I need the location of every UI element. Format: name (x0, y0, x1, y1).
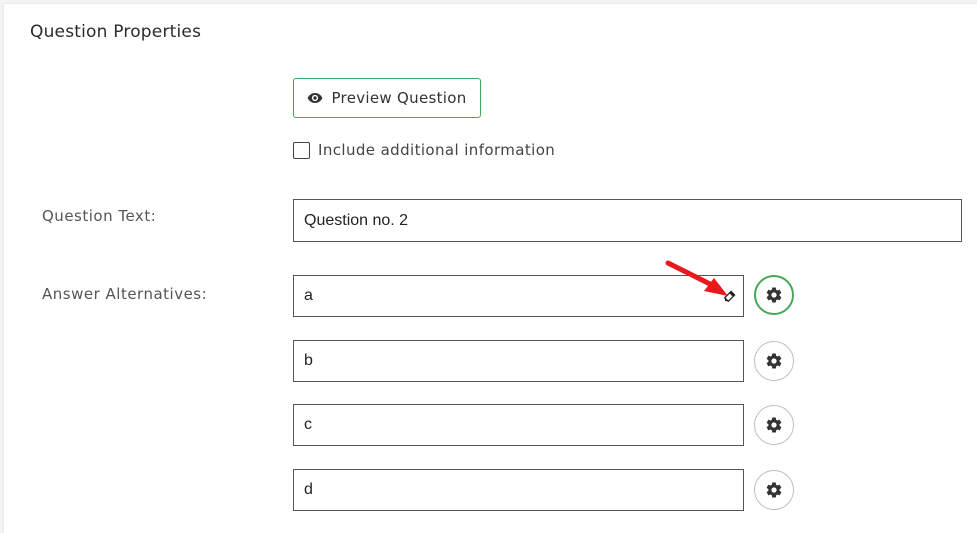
include-additional-info-row: Include additional information (293, 141, 555, 159)
preview-question-button[interactable]: Preview Question (293, 78, 481, 118)
include-additional-info-label: Include additional information (318, 141, 556, 159)
answer-input-b[interactable]: b (293, 340, 744, 382)
answer-value: a (304, 287, 313, 304)
answer-value: b (304, 352, 313, 369)
answer-input-a[interactable]: a (293, 275, 744, 317)
answer-settings-button-a[interactable] (754, 275, 794, 315)
answer-settings-button-d[interactable] (754, 470, 794, 510)
answer-settings-button-c[interactable] (754, 405, 794, 445)
question-text-input[interactable]: Question no. 2 (293, 199, 962, 242)
answer-value: d (304, 481, 313, 498)
answer-value: c (304, 416, 312, 433)
preview-question-label: Preview Question (331, 89, 467, 107)
include-additional-info-checkbox[interactable] (293, 141, 310, 159)
answer-alternatives-label: Answer Alternatives: (42, 285, 208, 303)
gear-icon (765, 352, 783, 370)
eye-icon (307, 92, 323, 104)
gear-icon (765, 481, 783, 499)
answer-input-d[interactable]: d (293, 469, 744, 511)
edit-icon[interactable] (723, 289, 737, 303)
question-text-label: Question Text: (42, 207, 157, 225)
gear-icon (765, 416, 783, 434)
answer-input-c[interactable]: c (293, 404, 744, 446)
section-title: Question Properties (30, 22, 202, 42)
answer-settings-button-b[interactable] (754, 341, 794, 381)
question-properties-panel: Question Properties Preview Question Inc… (4, 4, 977, 533)
gear-icon (765, 286, 783, 304)
